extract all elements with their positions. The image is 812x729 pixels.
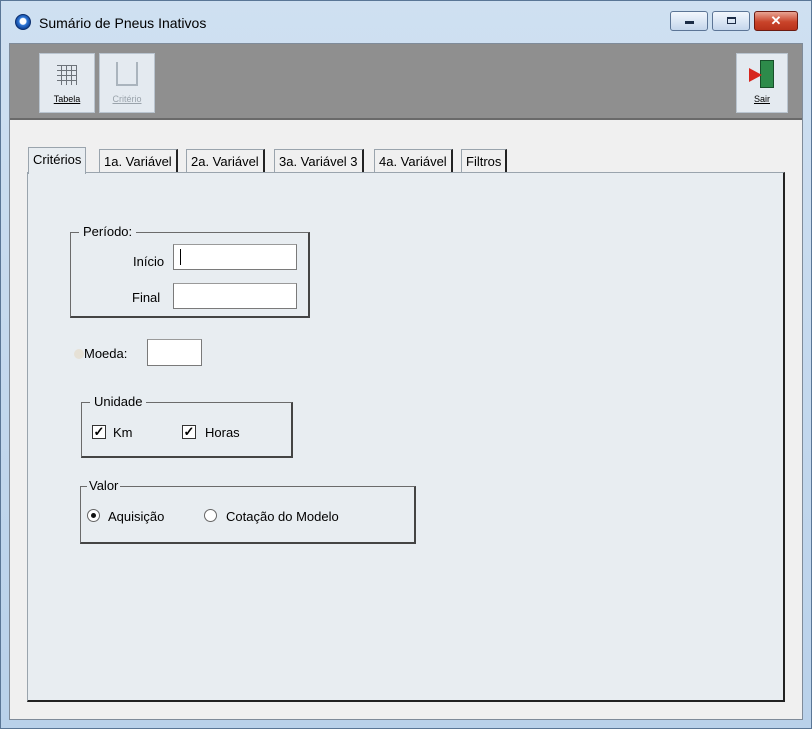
minimize-icon <box>684 21 694 24</box>
valor-title: Valor <box>87 478 121 493</box>
exit-door-icon <box>749 60 775 88</box>
close-icon: ✕ <box>770 13 782 28</box>
tab-1a-variavel[interactable]: 1a. Variável <box>99 149 178 173</box>
aquisicao-radio[interactable] <box>87 509 100 522</box>
aquisicao-label: Aquisição <box>108 509 165 524</box>
minimize-button[interactable] <box>670 11 708 31</box>
unidade-group: Unidade ✓ Km ✓ Horas <box>81 394 293 458</box>
tabela-button[interactable]: Tabela <box>39 53 95 113</box>
sair-button[interactable]: Sair <box>736 53 788 113</box>
title-bar[interactable]: Sumário de Pneus Inativos ✕ <box>1 1 811 43</box>
maximize-icon <box>726 17 736 24</box>
criteria-icon <box>116 62 138 86</box>
periodo-group: Período: Início Final <box>70 224 310 318</box>
client-area: Tabela Critério Sair Critérios 1a. Variá <box>9 43 803 720</box>
moeda-indicator-icon <box>74 349 84 359</box>
km-checkbox[interactable]: ✓ <box>92 425 106 439</box>
tab-4a-variavel[interactable]: 4a. Variável <box>374 149 453 173</box>
close-button[interactable]: ✕ <box>754 11 798 31</box>
unidade-title: Unidade <box>90 394 147 409</box>
toolbar: Tabela Critério Sair <box>10 44 802 120</box>
tab-2a-variavel[interactable]: 2a. Variável <box>186 149 265 173</box>
criterio-button[interactable]: Critério <box>99 53 155 113</box>
tab-criterios[interactable]: Critérios <box>28 147 87 174</box>
valor-group: Valor Aquisição Cotação do Modelo <box>80 478 416 544</box>
text-caret <box>180 249 181 265</box>
tab-3a-variavel[interactable]: 3a. Variável 3 <box>274 149 364 173</box>
grid-icon <box>57 65 77 85</box>
cotacao-label: Cotação do Modelo <box>226 509 339 524</box>
tabela-label: Tabela <box>53 94 81 104</box>
content-panel: Critérios 1a. Variável 2a. Variável 3a. … <box>10 120 802 719</box>
km-label: Km <box>113 425 133 440</box>
sair-label: Sair <box>753 94 770 104</box>
app-window: Sumário de Pneus Inativos ✕ Tabela Crité… <box>0 0 812 729</box>
inicio-input[interactable] <box>173 244 297 270</box>
horas-label: Horas <box>205 425 240 440</box>
cotacao-radio[interactable] <box>204 509 217 522</box>
criterios-panel: Período: Início Final Moeda: Unidade ✓ K… <box>27 172 785 702</box>
final-input[interactable] <box>173 283 297 309</box>
moeda-label: Moeda: <box>84 346 128 361</box>
maximize-button[interactable] <box>712 11 750 31</box>
window-title: Sumário de Pneus Inativos <box>39 15 207 31</box>
tab-filtros[interactable]: Filtros <box>461 149 508 173</box>
criterio-label: Critério <box>112 94 142 104</box>
final-label: Final <box>132 290 161 305</box>
periodo-title: Período: <box>79 224 137 239</box>
moeda-input[interactable] <box>147 339 202 366</box>
inicio-label: Início <box>133 254 165 269</box>
app-icon <box>15 14 31 30</box>
horas-checkbox[interactable]: ✓ <box>182 425 196 439</box>
